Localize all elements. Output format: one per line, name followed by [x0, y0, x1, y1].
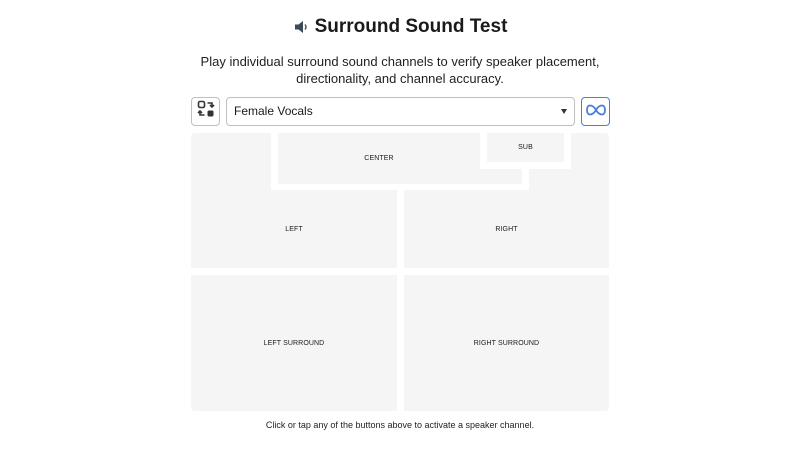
- layout-gap: [480, 162, 571, 169]
- layout-gap: [271, 133, 278, 190]
- speaker-right-surround-button[interactable]: RIGHT SURROUND: [404, 275, 609, 411]
- swap-channels-button[interactable]: [191, 97, 220, 126]
- chevron-down-icon: [561, 109, 567, 114]
- loop-toggle-button[interactable]: [581, 97, 610, 126]
- speaker-center-button[interactable]: CENTER: [278, 133, 480, 184]
- layout-gap: [564, 133, 571, 169]
- speaker-left-surround-label: LEFT SURROUND: [263, 339, 325, 347]
- layout-gap: [397, 190, 404, 411]
- instructions-text: Click or tap any of the buttons above to…: [265, 420, 535, 430]
- speaker-icon: [293, 17, 311, 43]
- speaker-left-label: LEFT: [285, 225, 303, 233]
- track-select-value: Female Vocals: [234, 104, 313, 118]
- speaker-sub-button[interactable]: SUB: [487, 133, 564, 162]
- page-title: Surround Sound Test: [0, 14, 800, 43]
- speaker-right-surround-label: RIGHT SURROUND: [473, 339, 540, 347]
- speaker-sub-label: SUB: [518, 144, 533, 151]
- swap-arrows-icon: [196, 100, 215, 123]
- track-select[interactable]: Female Vocals: [226, 97, 575, 126]
- speaker-right-label: RIGHT: [495, 225, 518, 233]
- speaker-layout: CENTER SUB LEFT RIGHT LEFT SURROUND RIGH…: [191, 133, 609, 411]
- layout-gap: [522, 169, 529, 190]
- speaker-left-surround-button[interactable]: LEFT SURROUND: [191, 275, 397, 411]
- page-title-text: Surround Sound Test: [314, 16, 508, 37]
- speaker-right-button[interactable]: RIGHT: [404, 190, 609, 268]
- surround-sound-test-page: Surround Sound Test Play individual surr…: [0, 0, 800, 475]
- speaker-center-label: CENTER: [364, 155, 394, 162]
- page-subtitle: Play individual surround sound channels …: [200, 54, 600, 86]
- layout-gap: [191, 268, 609, 275]
- infinity-icon: [585, 103, 606, 121]
- speaker-left-button[interactable]: LEFT: [191, 190, 397, 268]
